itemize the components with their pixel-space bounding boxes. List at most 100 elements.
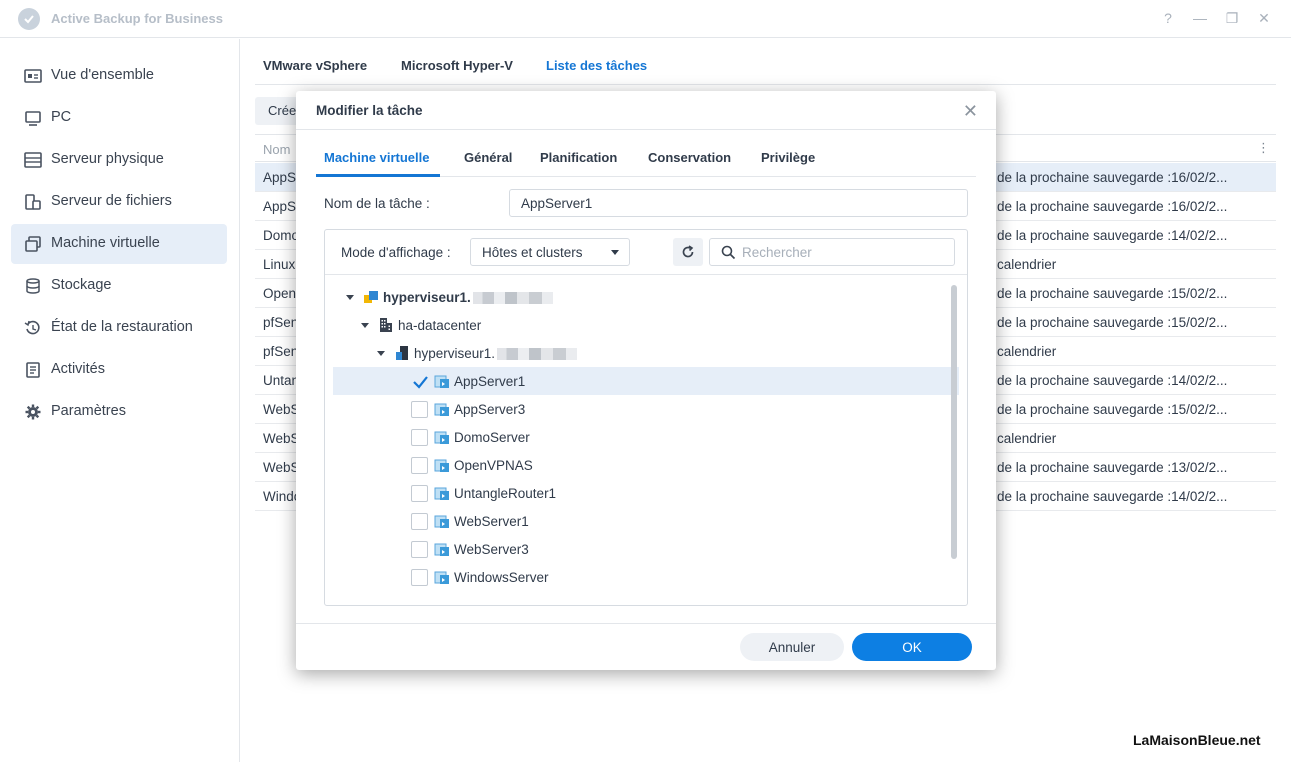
vm-checkbox[interactable] xyxy=(411,484,428,502)
expand-arrow-icon[interactable] xyxy=(377,350,385,356)
tree-node-vm[interactable]: WebServer3 xyxy=(411,535,529,563)
task-status: de la prochaine sauvegarde :14/02/2... xyxy=(997,489,1228,504)
vm-icon xyxy=(434,543,449,556)
main-tabs: VMware vSphere Microsoft Hyper-V Liste d… xyxy=(255,39,1276,85)
task-status: de la prochaine sauvegarde :16/02/2... xyxy=(997,199,1228,214)
vm-checkbox[interactable] xyxy=(411,456,428,474)
task-status: de la prochaine sauvegarde :16/02/2... xyxy=(997,170,1228,185)
tree-scrollbar[interactable] xyxy=(951,285,957,559)
divider xyxy=(296,623,996,624)
sidebar-item-label: État de la restauration xyxy=(51,319,193,335)
active-tab-indicator xyxy=(316,174,440,177)
ok-button[interactable]: OK xyxy=(852,633,972,661)
vm-checkbox[interactable] xyxy=(411,512,428,530)
sidebar-item-label: Paramètres xyxy=(51,403,126,419)
close-icon[interactable]: ✕ xyxy=(1255,9,1273,27)
gear-icon xyxy=(25,404,41,420)
tree-node-vm[interactable]: AppServer1 xyxy=(411,367,525,395)
task-status: de la prochaine sauvegarde :13/02/2... xyxy=(997,460,1228,475)
vm-icon xyxy=(434,431,449,444)
refresh-button[interactable] xyxy=(673,238,703,266)
sidebar-item-label: Vue d'ensemble xyxy=(51,67,154,83)
sidebar-item-pc[interactable]: PC xyxy=(11,98,227,138)
expand-arrow-icon[interactable] xyxy=(346,294,354,300)
tree-node-root-host[interactable]: hyperviseur1. xyxy=(346,283,553,311)
divider xyxy=(296,129,996,130)
tab-privilege[interactable]: Privilège xyxy=(761,150,815,165)
tree-node-label: WindowsServer xyxy=(454,569,549,585)
vm-checkbox[interactable] xyxy=(411,540,428,558)
task-name-input[interactable] xyxy=(509,189,968,217)
help-icon[interactable]: ? xyxy=(1159,9,1177,27)
vm-checkbox[interactable] xyxy=(411,428,428,446)
pc-icon xyxy=(25,111,41,126)
tree-node-label: WebServer3 xyxy=(454,541,529,557)
tree-node-label: WebServer1 xyxy=(454,513,529,529)
search-input[interactable] xyxy=(742,243,947,261)
cancel-button[interactable]: Annuler xyxy=(740,633,844,661)
redacted-text xyxy=(472,291,553,304)
tree-node-vm[interactable]: WindowsServer xyxy=(411,563,549,591)
more-options-icon[interactable]: ⋮ xyxy=(1257,140,1270,156)
tree-node-label: hyperviseur1. xyxy=(383,290,553,305)
task-status: calendrier xyxy=(997,431,1057,446)
sidebar-item-physical-server[interactable]: Serveur physique xyxy=(11,140,227,180)
task-status: de la prochaine sauvegarde :15/02/2... xyxy=(997,315,1228,330)
sidebar-item-overview[interactable]: Vue d'ensemble xyxy=(11,56,227,96)
sidebar-item-file-server[interactable]: Serveur de fichiers xyxy=(11,182,227,222)
virtual-machine-icon xyxy=(25,236,41,252)
vm-icon xyxy=(434,459,449,472)
sidebar-item-restore-status[interactable]: État de la restauration xyxy=(11,308,227,348)
tree-node-vm[interactable]: UntangleRouter1 xyxy=(411,479,556,507)
tab-microsoft-hyper-v[interactable]: Microsoft Hyper-V xyxy=(401,58,513,73)
tab-vmware-vsphere[interactable]: VMware vSphere xyxy=(263,58,367,73)
vm-tree: hyperviseur1. ha-datacenter hyperviseur1… xyxy=(325,275,967,605)
tree-node-vm[interactable]: WebServer1 xyxy=(411,507,529,535)
sidebar-item-virtual-machine[interactable]: Machine virtuelle xyxy=(11,224,227,264)
tree-node-datacenter[interactable]: ha-datacenter xyxy=(361,311,481,339)
task-name-label: Nom de la tâche : xyxy=(324,196,430,211)
task-status: de la prochaine sauvegarde :14/02/2... xyxy=(997,228,1228,243)
vm-checkbox[interactable] xyxy=(411,373,428,390)
tab-general[interactable]: Général xyxy=(464,150,512,165)
maximize-icon[interactable]: ❐ xyxy=(1223,9,1241,27)
sidebar-item-label: Serveur physique xyxy=(51,151,164,167)
tree-node-vm[interactable]: DomoServer xyxy=(411,423,530,451)
tab-task-list[interactable]: Liste des tâches xyxy=(546,58,647,73)
sidebar-item-activities[interactable]: Activités xyxy=(11,350,227,390)
expand-arrow-icon[interactable] xyxy=(361,322,369,328)
chevron-down-icon xyxy=(611,250,619,255)
vm-checkbox[interactable] xyxy=(411,568,428,586)
tree-node-label: AppServer3 xyxy=(454,401,526,417)
tree-node-vm[interactable]: AppServer3 xyxy=(411,395,525,423)
vm-icon xyxy=(434,515,449,528)
tree-node-label: hyperviseur1. xyxy=(414,346,578,361)
vm-checkbox[interactable] xyxy=(411,400,428,418)
redacted-text xyxy=(497,347,578,360)
sidebar-item-settings[interactable]: Paramètres xyxy=(11,392,227,432)
vm-selection-panel: Mode d'affichage : Hôtes et clusters hyp… xyxy=(324,229,968,606)
title-bar: Active Backup for Business ? — ❐ ✕ xyxy=(0,0,1291,38)
column-header-name[interactable]: Nom xyxy=(263,142,290,157)
sidebar-item-storage[interactable]: Stockage xyxy=(11,266,227,306)
task-name: Linux xyxy=(263,257,296,272)
task-status: calendrier xyxy=(997,257,1057,272)
minimize-icon[interactable]: — xyxy=(1191,9,1209,27)
task-status: calendrier xyxy=(997,344,1057,359)
display-mode-select[interactable]: Hôtes et clusters xyxy=(470,238,630,266)
dialog-tabs: Machine virtuelle Général Planification … xyxy=(316,143,976,177)
sidebar-item-label: Stockage xyxy=(51,277,112,293)
overview-icon xyxy=(24,69,42,83)
tab-virtual-machine[interactable]: Machine virtuelle xyxy=(324,150,429,165)
tab-scheduling[interactable]: Planification xyxy=(540,150,617,165)
datacenter-icon xyxy=(380,318,392,332)
tree-node-host[interactable]: hyperviseur1. xyxy=(377,339,578,367)
app-logo-icon xyxy=(18,8,40,30)
edit-task-dialog: Modifier la tâche ✕ Machine virtuelle Gé… xyxy=(296,91,996,670)
dialog-close-icon[interactable]: ✕ xyxy=(963,101,978,122)
tab-retention[interactable]: Conservation xyxy=(648,150,731,165)
search-box[interactable] xyxy=(709,238,955,266)
sidebar-item-label: PC xyxy=(51,109,72,125)
tree-node-vm[interactable]: OpenVPNAS xyxy=(411,451,533,479)
checkmark-icon xyxy=(413,375,428,389)
